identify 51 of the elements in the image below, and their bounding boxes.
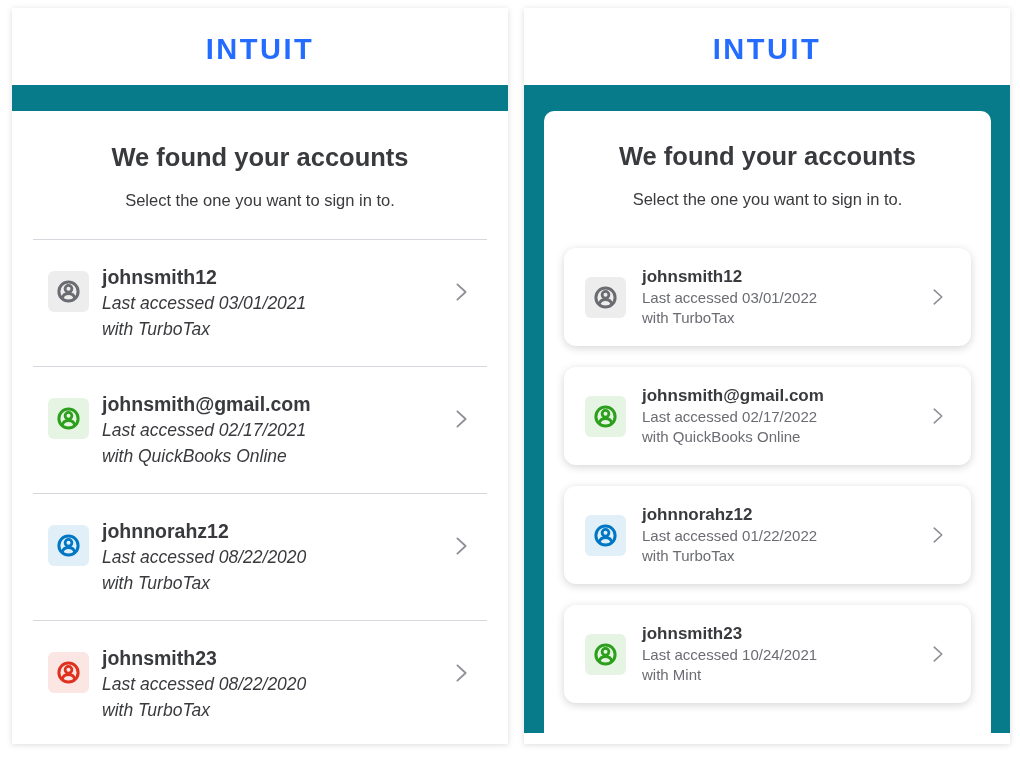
- page-subtitle: Select the one you want to sign in to.: [124, 190, 396, 211]
- last-accessed-text: Last accessed 02/17/2021: [102, 419, 307, 442]
- last-accessed-text: Last accessed 02/17/2022: [642, 407, 818, 427]
- username-text: johnnorahz12: [102, 519, 229, 544]
- username-text: johnsmith23: [102, 646, 217, 671]
- last-accessed-text: Last accessed 03/01/2022: [642, 288, 818, 308]
- user-avatar-icon: [585, 514, 626, 556]
- account-option[interactable]: johnsmith23 Last accessed 08/22/2020 with TurboTax: [33, 620, 487, 744]
- product-text: with QuickBooks Online: [102, 445, 287, 468]
- last-accessed-text: Last accessed 01/22/2022: [642, 526, 818, 546]
- account-card[interactable]: johnsmith12 Last accessed 03/01/2022 with TurboTax: [564, 248, 971, 346]
- user-avatar-icon: [48, 525, 89, 566]
- product-text: with Mint: [642, 665, 702, 685]
- user-avatar-icon: [48, 652, 89, 693]
- username-text: johnsmith12: [642, 266, 743, 288]
- chevron-right-icon: [933, 408, 943, 424]
- user-avatar-icon: [585, 633, 626, 675]
- product-text: with TurboTax: [102, 318, 210, 341]
- user-avatar-icon: [585, 395, 626, 437]
- product-text: with TurboTax: [102, 699, 210, 722]
- chevron-right-icon: [456, 664, 467, 682]
- account-card[interactable]: johnsmith23 Last accessed 10/24/2021 with Mint: [564, 605, 971, 703]
- product-text: with QuickBooks Online: [642, 427, 801, 447]
- username-text: johnsmith@gmail.com: [642, 385, 824, 407]
- product-text: with TurboTax: [642, 308, 735, 328]
- username-text: johnnorahz12: [642, 504, 753, 526]
- product-text: with TurboTax: [102, 572, 210, 595]
- chevron-right-icon: [933, 646, 943, 662]
- last-accessed-text: Last accessed 03/01/2021: [102, 292, 307, 315]
- account-card[interactable]: johnnorahz12 Last accessed 01/22/2022 with TurboTax: [564, 486, 971, 584]
- brand-logo: INTUIT: [205, 32, 315, 64]
- last-accessed-text: Last accessed 08/22/2020: [102, 546, 307, 569]
- last-accessed-text: Last accessed 10/24/2021: [642, 645, 818, 665]
- username-text: johnsmith@gmail.com: [102, 392, 311, 417]
- page-subtitle: Select the one you want to sign in to.: [631, 189, 904, 210]
- user-avatar-icon: [585, 276, 626, 318]
- brand-logo: INTUIT: [712, 32, 822, 64]
- user-avatar-icon: [48, 398, 89, 439]
- page-title: We found your accounts: [617, 141, 918, 172]
- chevron-right-icon: [456, 283, 467, 301]
- page-title: We found your accounts: [110, 142, 410, 173]
- chevron-right-icon: [456, 537, 467, 555]
- username-text: johnsmith23: [642, 623, 743, 645]
- product-text: with TurboTax: [642, 546, 735, 566]
- chevron-right-icon: [456, 410, 467, 428]
- account-card[interactable]: johnsmith@gmail.com Last accessed 02/17/2022 with QuickBooks Online: [564, 367, 971, 465]
- chevron-right-icon: [933, 289, 943, 305]
- last-accessed-text: Last accessed 08/22/2020: [102, 673, 307, 696]
- chevron-right-icon: [933, 527, 943, 543]
- username-text: johnsmith12: [102, 265, 217, 290]
- user-avatar-icon: [48, 271, 89, 312]
